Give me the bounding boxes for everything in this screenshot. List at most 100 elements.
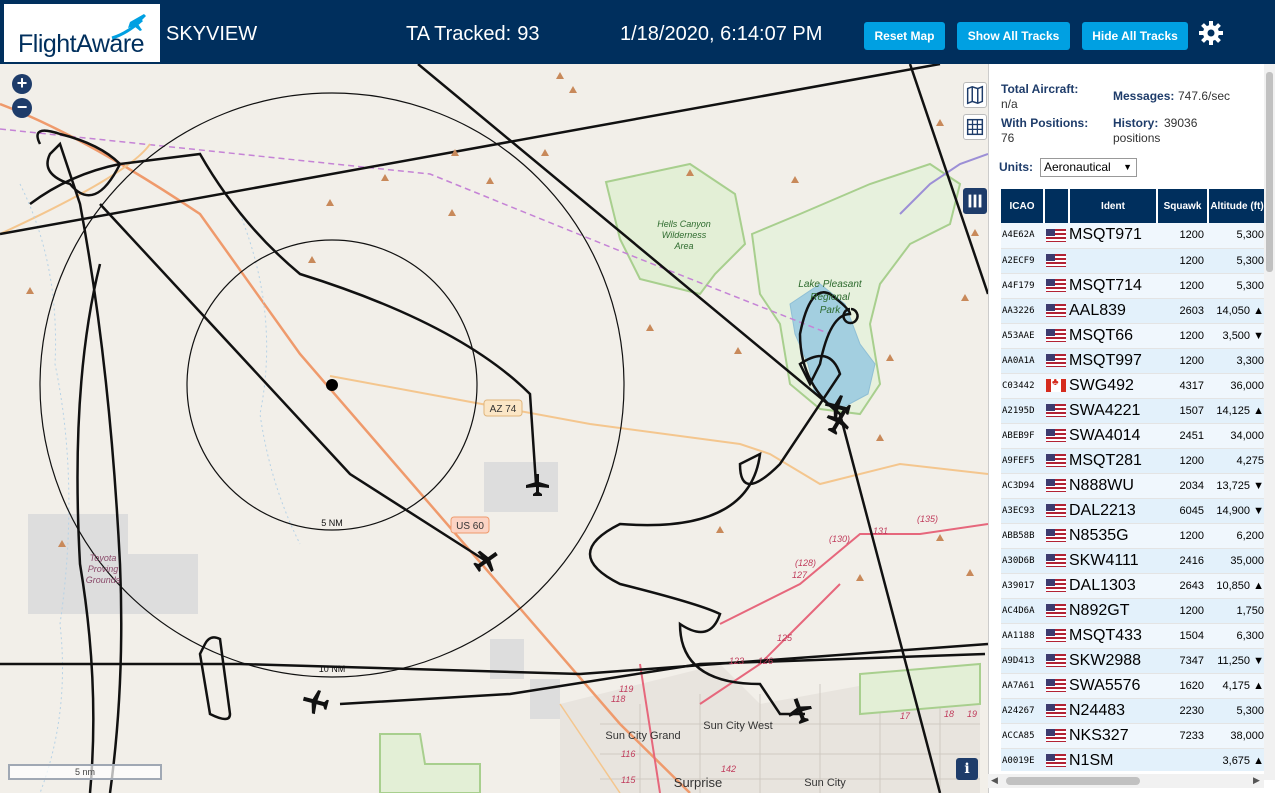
flag-cell [1044,698,1069,724]
zoom-out-button[interactable]: − [12,98,32,118]
ident-cell: N892GT [1069,598,1157,624]
scrollbar-thumb[interactable] [1006,777,1140,785]
squawk-cell: 6045 [1157,498,1208,524]
aircraft-row[interactable]: A3EC93 DAL2213 6045 14,900 ▼ [1001,498,1264,524]
aircraft-row[interactable]: AA3226 AAL839 2603 14,050 ▲ [1001,298,1264,324]
altitude-trend-icon: ▲ [1253,679,1264,692]
altitude-value: 5,300 [1236,704,1264,717]
zoom-in-button[interactable]: + [12,74,32,94]
aircraft-row[interactable]: ABEB9F SWA4014 2451 34,000 [1001,423,1264,449]
table-hscrollbar[interactable]: ◀ ▶ [988,774,1264,788]
icao-cell: A39017 [1001,573,1044,599]
scroll-left-icon[interactable]: ◀ [991,775,998,786]
aircraft-row[interactable]: A39017 DAL1303 2643 10,850 ▲ [1001,573,1264,599]
route-number: 115 [621,775,636,785]
flag-cell [1044,548,1069,574]
with-positions-label: With Positions: [1001,116,1089,130]
aircraft-row[interactable]: ACCA85 NKS327 7233 38,000 [1001,723,1264,749]
aircraft-row[interactable]: ABB58B N8535G 1200 6,200 [1001,523,1264,549]
route-number: 18 [944,709,954,719]
column-flag[interactable] [1044,189,1070,223]
squawk-cell: 1200 [1157,598,1208,624]
map-canvas[interactable]: AZ 74 US 60 5 NM 10 NM Hells Canyon Wild… [0,64,988,793]
place-label: Sun City Grand [605,730,680,742]
icao-cell: A2ECF9 [1001,248,1044,274]
history-value: 39036 [1164,116,1198,130]
icao-cell: A0019E [1001,748,1044,771]
squawk-cell: 1504 [1157,623,1208,649]
aircraft-row[interactable]: C03442 SWG4924317 36,000 [1001,373,1264,399]
altitude-cell: 10,850 ▲ [1208,573,1264,599]
ident-cell: SKW2988 [1069,648,1157,674]
altitude-value: 36,000 [1230,379,1264,392]
icao-cell: AA0A1A [1001,348,1044,374]
aircraft-sidebar: Total Aircraft: n/a Messages: 747.6/sec … [988,64,1275,793]
squawk-cell: 1507 [1157,398,1208,424]
route-number: (128) [795,558,816,568]
altitude-trend-icon: ▼ [1253,654,1264,667]
column-ident[interactable]: Ident [1069,189,1158,223]
units-select[interactable]: Aeronautical ▼ [1040,158,1137,177]
altitude-cell: 14,050 ▲ [1208,298,1264,324]
aircraft-row[interactable]: AA1188 MSQT433 1504 6,300 [1001,623,1264,649]
altitude-value: 14,125 [1216,404,1251,417]
flag-cell [1044,273,1069,299]
ring-label-10nm: 10 NM [319,664,346,674]
aircraft-row[interactable]: AC3D94 N888WU 2034 13,725 ▼ [1001,473,1264,499]
info-icon[interactable]: i [956,758,978,780]
flag-cell [1044,598,1069,624]
aircraft-row[interactable]: A0019E N1SM 3,675 ▲ [1001,748,1264,771]
column-squawk[interactable]: Squawk [1157,189,1209,223]
aircraft-row[interactable]: A53AAE MSQT66 1200 3,500 ▼ [1001,323,1264,349]
app-name: SKYVIEW [166,23,258,45]
aircraft-table-wrap[interactable]: ICAO Ident Squawk Altitude (ft) A4E62A MS… [1001,189,1264,771]
aircraft-row[interactable]: A9FEF5 MSQT281 1200 4,275 [1001,448,1264,474]
az74-label: AZ 74 [490,404,517,415]
ident-cell: SWA4014 [1069,423,1157,449]
aircraft-row[interactable]: A9D413 SKW2988 7347 11,250 ▼ [1001,648,1264,674]
column-altitude[interactable]: Altitude (ft) [1208,189,1264,223]
table-header-row: ICAO Ident Squawk Altitude (ft) [1001,189,1264,223]
us-flag-icon [1046,479,1066,492]
icao-cell: A3EC93 [1001,498,1044,524]
aircraft-row[interactable]: A4F179 MSQT714 1200 5,300 [1001,273,1264,299]
urban-area [128,554,198,614]
aircraft-row[interactable]: AA7A61 SWA5576 1620 4,175 ▲ [1001,673,1264,699]
squawk-cell: 1200 [1157,523,1208,549]
show-all-tracks-button[interactable]: Show All Tracks [957,22,1070,50]
us-flag-icon [1046,704,1066,717]
ident-cell: N888WU [1069,473,1157,499]
gear-icon[interactable] [1198,20,1224,46]
messages-label: Messages: [1113,89,1175,103]
altitude-cell: 5,300 [1208,248,1264,274]
hide-all-tracks-button[interactable]: Hide All Tracks [1082,22,1188,50]
aircraft-icon [473,550,498,572]
reset-map-button[interactable]: Reset Map [864,22,945,50]
column-icao[interactable]: ICAO [1001,189,1045,223]
altitude-value: 35,000 [1230,554,1264,567]
aircraft-row[interactable]: AC4D6A N892GT 1200 1,750 [1001,598,1264,624]
grid-icon[interactable] [963,114,987,140]
sidebar-scrollbar[interactable] [1264,64,1275,780]
flightaware-logo[interactable]: FlightAware [4,4,160,62]
altitude-trend-icon: ▲ [1253,579,1264,592]
with-positions-value: 76 [1001,131,1015,145]
aircraft-row[interactable]: A24267 N24483 2230 5,300 [1001,698,1264,724]
aircraft-row[interactable]: A2195D SWA4221 1507 14,125 ▲ [1001,398,1264,424]
flag-cell [1044,498,1069,524]
map-layers-icon[interactable] [963,82,987,108]
altitude-cell: 14,125 ▲ [1208,398,1264,424]
ident-cell: SKW4111 [1069,548,1157,574]
scrollbar-thumb[interactable] [1266,72,1273,272]
scroll-right-icon[interactable]: ▶ [1253,775,1260,786]
altitude-trend-icon: ▼ [1253,504,1264,517]
aircraft-row[interactable]: A30D6B SKW4111 2416 35,000 [1001,548,1264,574]
flag-cell [1044,298,1069,324]
aircraft-row[interactable]: A4E62A MSQT971 1200 5,300 [1001,223,1264,249]
flag-cell [1044,323,1069,349]
toggle-sidebar-icon[interactable] [963,188,987,214]
us60-label: US 60 [456,521,484,532]
aircraft-row[interactable]: A2ECF9 1200 5,300 [1001,248,1264,274]
ident-cell: MSQT971 [1069,223,1157,249]
aircraft-row[interactable]: AA0A1A MSQT997 1200 3,300 [1001,348,1264,374]
